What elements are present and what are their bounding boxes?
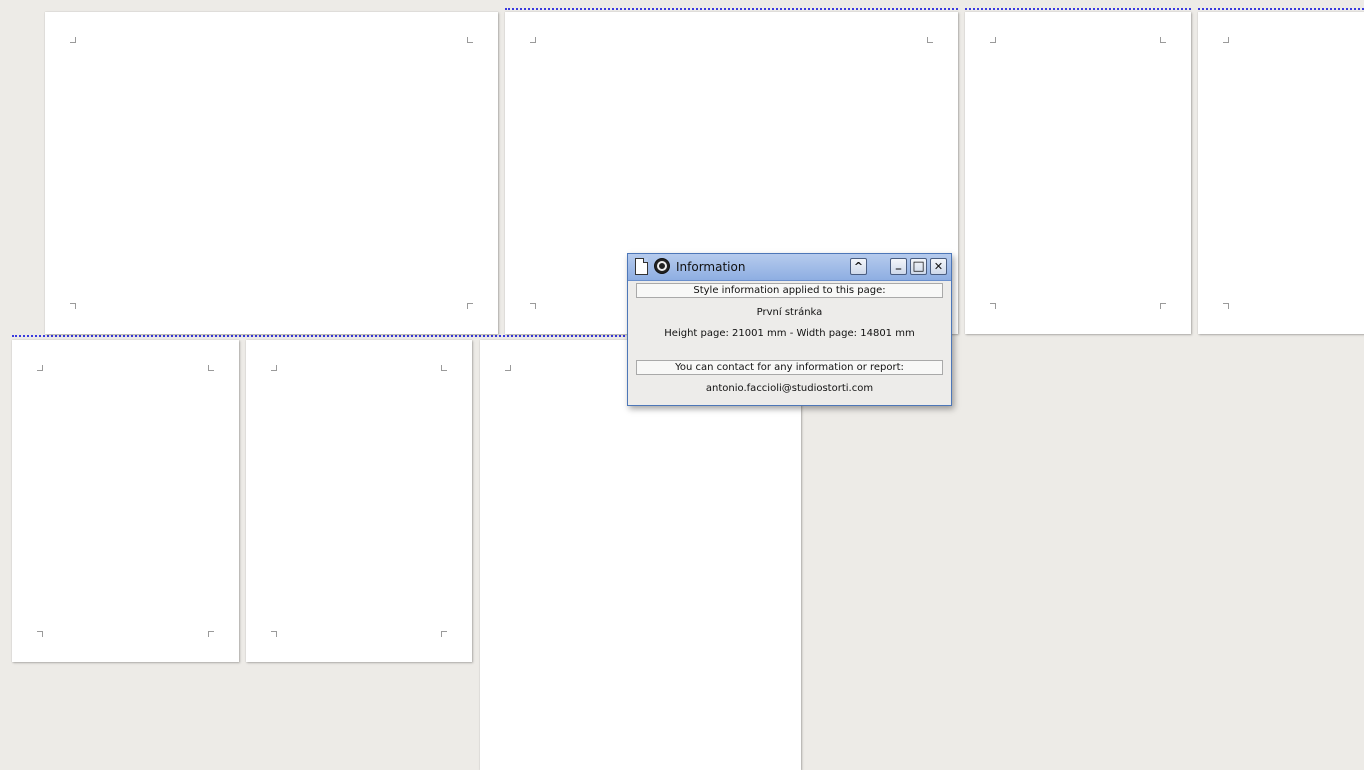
chevron-up-icon: ^ (853, 260, 864, 273)
crop-mark (505, 365, 511, 371)
minimize-button[interactable]: _ (890, 258, 907, 275)
page-row-divider-top-mid (965, 8, 1191, 10)
crop-mark (441, 365, 447, 371)
style-info-header: Style information applied to this page: (636, 283, 943, 298)
crop-mark (37, 365, 43, 371)
crop-mark (1160, 37, 1166, 43)
maximize-icon: □ (912, 259, 925, 274)
crop-mark (1223, 37, 1229, 43)
crop-mark (208, 631, 214, 637)
crop-mark (530, 303, 536, 309)
crop-mark (70, 37, 76, 43)
dialog-title: Information (676, 260, 746, 274)
crop-mark (990, 37, 996, 43)
crop-mark (208, 365, 214, 371)
page-row-divider-top-right (1198, 8, 1364, 10)
crop-mark (1223, 303, 1229, 309)
minimize-icon: _ (895, 257, 902, 270)
crop-mark (530, 37, 536, 43)
document-icon (635, 258, 648, 275)
crop-mark (271, 365, 277, 371)
information-dialog[interactable]: Information ^ _ □ ✕ Style information ap… (627, 253, 952, 406)
contact-info-header: You can contact for any information or r… (636, 360, 943, 375)
maximize-button[interactable]: □ (910, 258, 927, 275)
crop-mark (467, 37, 473, 43)
contact-email[interactable]: antonio.faccioli@studiostorti.com (628, 383, 951, 394)
page-4[interactable] (1198, 12, 1364, 334)
page-3[interactable] (965, 12, 1191, 334)
crop-mark (271, 631, 277, 637)
crop-mark (467, 303, 473, 309)
page-row-divider-bottom (12, 335, 632, 337)
dialog-titlebar[interactable]: Information ^ _ □ ✕ (628, 254, 951, 281)
page-5[interactable] (12, 340, 239, 662)
settings-icon[interactable] (654, 258, 670, 274)
close-button[interactable]: ✕ (930, 258, 947, 275)
crop-mark (927, 37, 933, 43)
crop-mark (1160, 303, 1166, 309)
page-style-name: První stránka (756, 307, 823, 318)
crop-mark (441, 631, 447, 637)
page-dimensions: Height page: 21001 mm - Width page: 1480… (664, 328, 915, 339)
close-icon: ✕ (933, 260, 944, 273)
page-row-divider-top (505, 8, 958, 10)
crop-mark (990, 303, 996, 309)
collapse-button[interactable]: ^ (850, 258, 867, 275)
page-1[interactable] (45, 12, 498, 334)
crop-mark (37, 631, 43, 637)
crop-mark (70, 303, 76, 309)
page-6[interactable] (246, 340, 472, 662)
